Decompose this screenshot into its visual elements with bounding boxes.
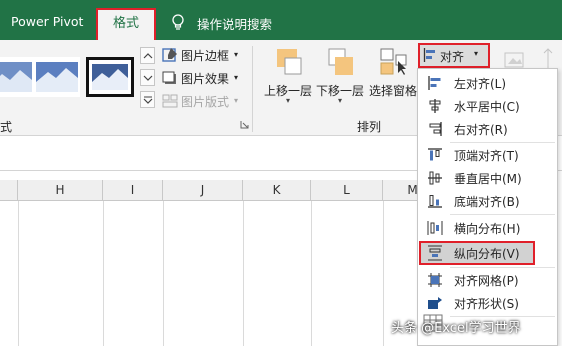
dialog-launcher-icon[interactable] <box>240 120 249 129</box>
selection-pane-icon <box>380 48 407 75</box>
grid-line <box>383 201 384 346</box>
menu-item-label: 水平居中(C) <box>454 100 520 114</box>
snap-to-shape-icon <box>428 297 442 309</box>
menu-item-label: 对齐形状(S) <box>454 297 519 311</box>
picture-style-thumb[interactable] <box>32 57 80 97</box>
dropdown-caret-icon: ▾ <box>234 50 239 59</box>
ribbon-tab-bar: Power Pivot 格式 操作说明搜索 <box>0 0 562 40</box>
grid-line <box>103 201 104 346</box>
picture-style-thumb-selected[interactable] <box>86 57 134 97</box>
bring-forward-icon <box>277 49 302 75</box>
menu-item-label: 纵向分布(V) <box>454 247 520 261</box>
picture-effects-label: 图片效果 <box>181 72 230 86</box>
landscape-icon <box>92 64 128 90</box>
align-top-icon <box>428 148 442 161</box>
menu-item-snap-to-shape[interactable]: 对齐形状(S) <box>418 292 557 314</box>
align-label: 对齐 <box>440 50 465 64</box>
column-header-i[interactable]: I <box>103 180 163 201</box>
distribute-horizontal-icon <box>427 221 443 235</box>
menu-item-align-bottom[interactable]: 底端对齐(B) <box>418 190 557 212</box>
distribute-vertical-icon <box>428 245 442 261</box>
watermark-text: 头条 @Excel学习世界 <box>391 321 521 336</box>
column-header-l[interactable]: L <box>311 180 383 201</box>
align-middle-icon <box>428 171 442 185</box>
dropdown-caret-icon: ▾ <box>234 73 239 82</box>
chevron-up-icon <box>143 53 153 59</box>
menu-item-align-middle[interactable]: 垂直居中(M) <box>418 167 557 189</box>
grid-line <box>311 201 312 346</box>
menu-separator <box>450 142 555 143</box>
align-button[interactable]: 对齐 ▾ <box>418 43 490 68</box>
arrange-group-label: 排列 <box>357 120 382 134</box>
send-backward-button[interactable]: 下移一层 ▾ <box>311 46 369 110</box>
gallery-scroll-up[interactable] <box>140 47 155 64</box>
pencil-border-icon <box>162 48 177 62</box>
grid-line <box>163 201 164 346</box>
landscape-icon <box>0 62 32 92</box>
group-objects-icon <box>504 52 524 68</box>
send-backward-icon <box>328 48 353 75</box>
gallery-more[interactable] <box>140 91 155 108</box>
tab-power-pivot[interactable]: Power Pivot <box>11 14 83 29</box>
menu-item-label: 横向分布(H) <box>454 222 521 236</box>
landscape-icon <box>36 62 78 92</box>
menu-item-label: 垂直居中(M) <box>454 172 522 186</box>
gallery-scroll-down[interactable] <box>140 69 155 86</box>
lightbulb-icon <box>172 14 184 30</box>
menu-item-align-center[interactable]: 水平居中(C) <box>418 95 557 117</box>
align-left-icon <box>428 76 441 90</box>
menu-item-align-left[interactable]: 左对齐(L) <box>418 72 557 94</box>
menu-separator <box>450 267 555 268</box>
align-bottom-icon <box>428 195 442 208</box>
gallery-more-icon <box>143 96 153 104</box>
selection-pane-button[interactable]: 选择窗格 <box>364 46 422 110</box>
align-center-icon <box>429 99 441 113</box>
picture-effects-icon <box>162 71 176 84</box>
group-separator <box>252 46 253 132</box>
column-header-k[interactable]: K <box>243 180 311 201</box>
snap-to-grid-icon <box>428 273 442 287</box>
dropdown-caret-icon: ▾ <box>234 96 239 105</box>
picture-layout-label: 图片版式 <box>181 95 230 109</box>
menu-item-label: 底端对齐(B) <box>454 195 520 209</box>
column-header-partial[interactable] <box>0 180 18 201</box>
menu-item-label: 右对齐(R) <box>454 123 508 137</box>
align-right-icon <box>429 122 442 136</box>
picture-styles-group-label: 式 <box>0 120 13 134</box>
dropdown-caret-icon: ▾ <box>474 49 479 58</box>
picture-layout-icon <box>162 94 178 108</box>
menu-item-snap-to-grid[interactable]: 对齐网格(P) <box>418 269 557 291</box>
grid-line <box>243 201 244 346</box>
chevron-down-icon <box>143 75 153 81</box>
grid-line <box>18 201 19 346</box>
bring-forward-button[interactable]: 上移一层 ▾ <box>259 46 317 110</box>
menu-separator <box>450 214 555 215</box>
column-header-h[interactable]: H <box>18 180 103 201</box>
picture-border-label: 图片边框 <box>181 49 230 63</box>
picture-style-thumb[interactable] <box>0 57 36 97</box>
tell-me-search[interactable]: 操作说明搜索 <box>197 14 272 33</box>
menu-item-distribute-vertical[interactable]: 纵向分布(V) <box>419 241 535 265</box>
rotate-objects-icon <box>543 48 553 68</box>
align-icon <box>423 48 435 62</box>
column-header-j[interactable]: J <box>163 180 243 201</box>
align-dropdown-menu: 左对齐(L) 水平居中(C) 右对齐(R) 顶端对齐(T) 垂直居中(M) 底端… <box>417 68 558 346</box>
menu-item-label: 对齐网格(P) <box>454 274 519 288</box>
menu-item-align-right[interactable]: 右对齐(R) <box>418 118 557 140</box>
menu-item-align-top[interactable]: 顶端对齐(T) <box>418 144 557 166</box>
menu-item-distribute-horizontal[interactable]: 横向分布(H) <box>418 217 557 239</box>
menu-item-label: 顶端对齐(T) <box>454 149 519 163</box>
tab-format[interactable]: 格式 <box>96 8 156 40</box>
menu-item-label: 左对齐(L) <box>454 77 507 91</box>
